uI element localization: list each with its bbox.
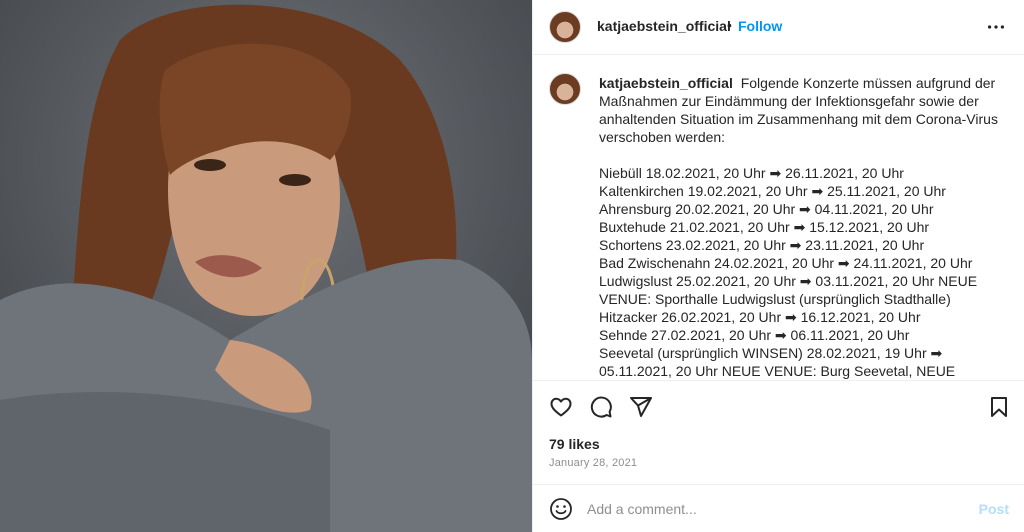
caption-line: Bad Zwischenahn 24.02.2021, 20 Uhr ➡ 24.… <box>599 255 973 271</box>
comment-icon[interactable] <box>589 395 613 419</box>
caption-username[interactable]: katjaebstein_official <box>599 75 733 91</box>
likes-count[interactable]: 79 likes <box>549 436 600 452</box>
caption-line: Seevetal (ursprünglich WINSEN) 28.02.202… <box>599 345 956 379</box>
caption-section: katjaebstein_official Folgende Konzerte … <box>533 56 1024 381</box>
comment-bar: Post <box>533 484 1024 532</box>
emoji-icon[interactable] <box>549 497 573 521</box>
caption-line: Ludwigslust 25.02.2021, 20 Uhr ➡ 03.11.2… <box>599 273 978 307</box>
caption-line: Sehnde 27.02.2021, 20 Uhr ➡ 06.11.2021, … <box>599 327 910 343</box>
more-options-icon[interactable] <box>985 16 1007 38</box>
post-date[interactable]: January 28, 2021 <box>549 457 637 469</box>
action-bar <box>533 382 1024 432</box>
caption-line: Buxtehude 21.02.2021, 20 Uhr ➡ 15.12.202… <box>599 219 930 235</box>
post-comment-button[interactable]: Post <box>979 501 1009 517</box>
share-icon[interactable] <box>629 395 653 419</box>
header-username[interactable]: katjaebstein_official <box>597 18 731 34</box>
portrait-image <box>0 0 532 532</box>
post-header: katjaebstein_official • Follow <box>533 0 1024 55</box>
caption-line: Hitzacker 26.02.2021, 20 Uhr ➡ 16.12.202… <box>599 309 921 325</box>
follow-button[interactable]: Follow <box>738 18 782 34</box>
caption-line: Schortens 23.02.2021, 20 Uhr ➡ 23.11.202… <box>599 237 925 253</box>
bookmark-icon[interactable] <box>987 395 1011 419</box>
avatar[interactable] <box>549 11 581 43</box>
heart-icon[interactable] <box>549 395 573 419</box>
caption-line: Kaltenkirchen 19.02.2021, 20 Uhr ➡ 25.11… <box>599 183 946 199</box>
post-panel: katjaebstein_official • Follow katjaebst… <box>532 0 1024 532</box>
post-photo[interactable] <box>0 0 532 532</box>
caption-text: katjaebstein_official Folgende Konzerte … <box>599 74 999 380</box>
separator-dot: • <box>727 17 732 33</box>
caption-line: Niebüll 18.02.2021, 20 Uhr ➡ 26.11.2021,… <box>599 165 904 181</box>
caption-line: Ahrensburg 20.02.2021, 20 Uhr ➡ 04.11.20… <box>599 201 934 217</box>
comment-input[interactable] <box>587 495 947 523</box>
caption-avatar[interactable] <box>549 73 581 105</box>
